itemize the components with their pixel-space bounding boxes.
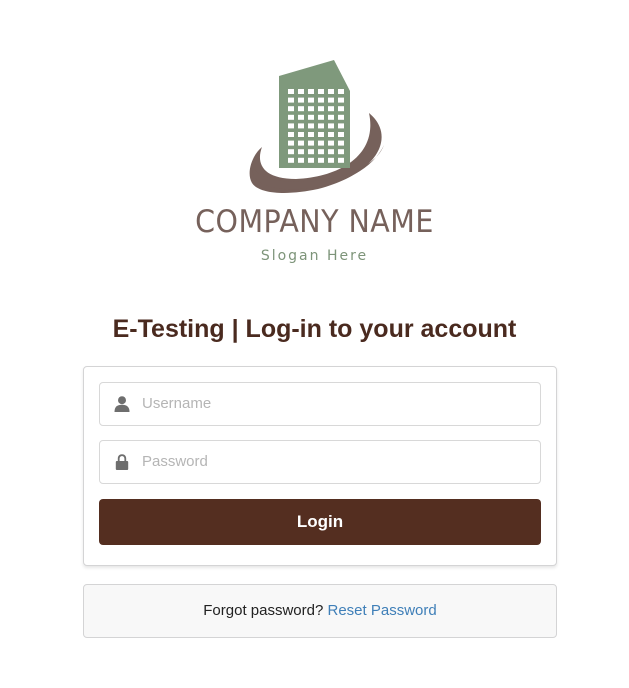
password-input[interactable] <box>142 441 532 481</box>
building-window <box>288 106 294 112</box>
building-window <box>298 89 304 94</box>
building-window <box>338 123 344 129</box>
company-name: COMPANY NAME <box>195 204 434 240</box>
building-window <box>318 123 324 129</box>
username-input[interactable] <box>142 383 532 423</box>
building-window <box>308 97 314 103</box>
forgot-password-text: Forgot password? <box>203 602 324 619</box>
building-window <box>288 157 294 163</box>
building-window <box>308 89 314 94</box>
building-window <box>308 149 314 155</box>
building-window <box>288 149 294 155</box>
login-page: COMPANY NAME Slogan Here E-Testing | Log… <box>0 0 629 688</box>
building-window <box>308 114 314 120</box>
building-window <box>298 140 304 146</box>
building-window <box>338 149 344 155</box>
building-window <box>328 89 334 94</box>
building-window <box>318 132 324 137</box>
reset-password-link[interactable]: Reset Password <box>328 602 437 619</box>
building-window <box>318 106 324 112</box>
building-window <box>328 123 334 129</box>
building-logo-icon <box>249 60 384 193</box>
building-window <box>308 123 314 129</box>
lock-icon <box>115 454 129 470</box>
building-window <box>298 106 304 112</box>
company-slogan: Slogan Here <box>260 248 369 264</box>
building-window <box>298 97 304 103</box>
building-window <box>338 132 344 137</box>
building-window <box>338 89 344 94</box>
building-window <box>298 132 304 137</box>
username-field[interactable] <box>99 382 541 426</box>
building-window <box>318 97 324 103</box>
building-window <box>298 157 304 163</box>
building-window <box>308 140 314 146</box>
building-window <box>328 106 334 112</box>
building-window <box>338 114 344 120</box>
company-logo <box>0 55 629 195</box>
building-window <box>288 132 294 137</box>
building-window <box>338 140 344 146</box>
building-window <box>338 157 344 163</box>
building-window <box>298 123 304 129</box>
building-window <box>318 149 324 155</box>
login-form-card: Login <box>83 366 557 566</box>
building-window <box>328 114 334 120</box>
building-shape <box>279 60 334 168</box>
building-window <box>338 106 344 112</box>
user-icon <box>114 396 130 412</box>
building-window <box>298 149 304 155</box>
password-field[interactable] <box>99 440 541 484</box>
building-window <box>328 97 334 103</box>
building-window <box>288 89 294 94</box>
building-window <box>318 157 324 163</box>
building-window <box>298 114 304 120</box>
building-window <box>308 157 314 163</box>
building-window <box>308 106 314 112</box>
building-window <box>288 114 294 120</box>
building-window <box>288 97 294 103</box>
building-window <box>318 140 324 146</box>
building-window <box>288 140 294 146</box>
building-window <box>328 132 334 137</box>
building-window <box>288 123 294 129</box>
building-window <box>328 149 334 155</box>
building-window <box>328 157 334 163</box>
login-button[interactable]: Login <box>99 499 541 545</box>
building-window <box>318 89 324 94</box>
building-window <box>328 140 334 146</box>
building-window <box>308 132 314 137</box>
building-window <box>318 114 324 120</box>
building-window <box>338 97 344 103</box>
reset-password-box: Forgot password? Reset Password <box>83 584 557 638</box>
page-title: E-Testing | Log-in to your account <box>112 315 517 343</box>
